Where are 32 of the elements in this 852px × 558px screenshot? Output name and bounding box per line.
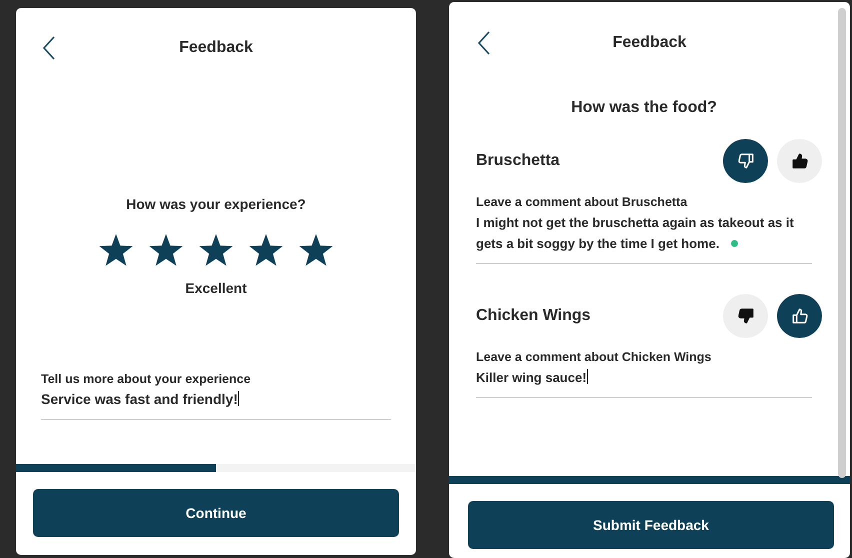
- comment-field[interactable]: Service was fast and friendly!: [41, 387, 391, 420]
- comment-field[interactable]: I might not get the bruschetta again as takeout as it gets a bit soggy by the time I get home.: [476, 210, 812, 264]
- thumbs-down-icon: [736, 151, 756, 171]
- back-icon[interactable]: [477, 31, 491, 55]
- back-icon[interactable]: [42, 36, 56, 60]
- primary-button[interactable]: Continue: [33, 489, 399, 537]
- thumbs-down-button[interactable]: [723, 294, 768, 338]
- thumbs-up-icon: [790, 151, 810, 171]
- star-icon[interactable]: [98, 234, 134, 268]
- question-text: How was the food?: [570, 99, 718, 117]
- screen-title: Feedback: [179, 39, 253, 57]
- star-icon[interactable]: [198, 234, 234, 268]
- food-name: Chicken Wings: [476, 307, 591, 325]
- question-text: How was your experience?: [125, 196, 307, 212]
- food-name: Bruschetta: [476, 152, 560, 170]
- thumbs-up-button[interactable]: [777, 139, 822, 183]
- comment-field[interactable]: Killer wing sauce!: [476, 365, 812, 398]
- primary-button[interactable]: Submit Feedback: [468, 501, 834, 549]
- screen-title: Feedback: [612, 34, 686, 52]
- thumbs-down-button[interactable]: [723, 139, 768, 183]
- comment-label: Tell us more about your experience: [41, 372, 252, 386]
- scrollbar[interactable]: [838, 8, 846, 478]
- comment-label: Leave a comment about Chicken Wings: [476, 350, 712, 364]
- status-dot-icon: [731, 240, 738, 247]
- comment-label: Leave a comment about Bruschetta: [476, 195, 688, 209]
- thumbs-up-button[interactable]: [777, 294, 822, 338]
- star-icon[interactable]: [148, 234, 184, 268]
- star-icon[interactable]: [298, 234, 334, 268]
- star-icon[interactable]: [248, 234, 284, 268]
- thumbs-up-icon: [790, 306, 810, 326]
- rating-label: Excellent: [184, 280, 248, 296]
- thumbs-down-icon: [736, 306, 756, 326]
